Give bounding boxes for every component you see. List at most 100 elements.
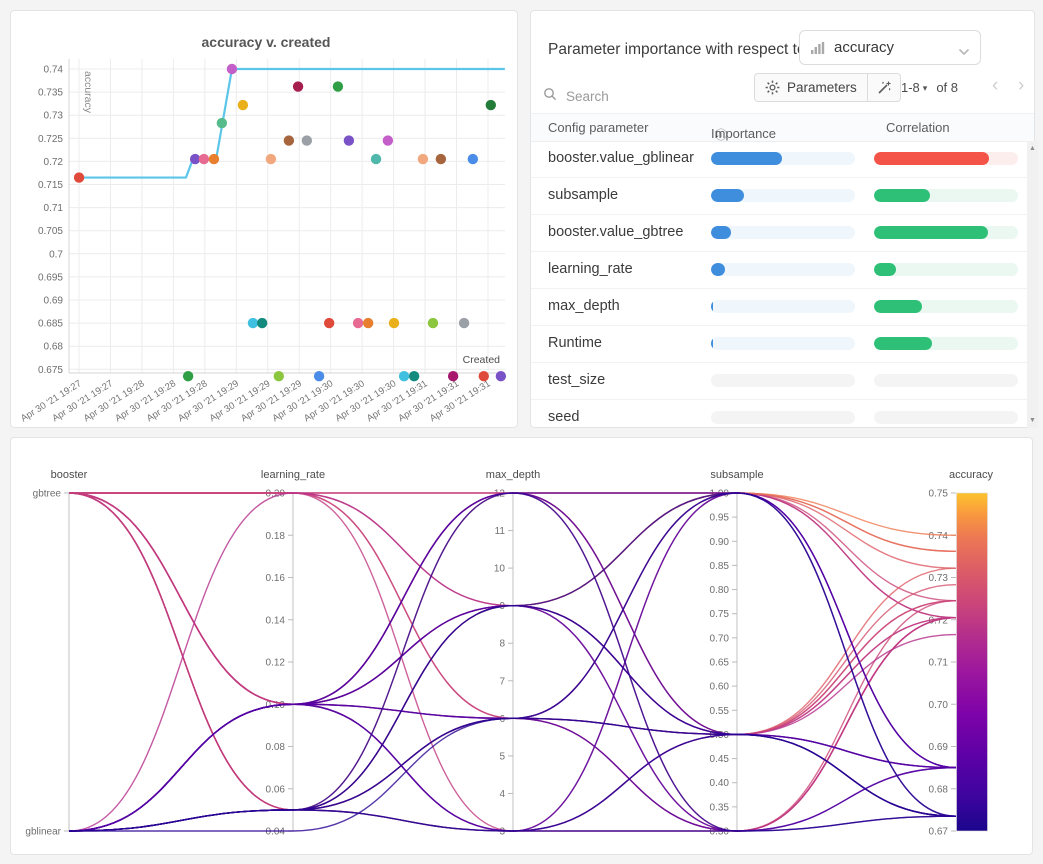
sort-descending-icon[interactable]: ↓	[714, 126, 720, 140]
bar-fill	[711, 263, 725, 276]
scatter-point[interactable]	[389, 318, 399, 328]
importance-bar[interactable]	[711, 374, 855, 387]
magic-wand-button[interactable]	[867, 74, 900, 101]
scatter-point[interactable]	[486, 100, 496, 110]
axis-tick-label: 0.85	[710, 561, 730, 572]
table-row: test_size	[531, 363, 1034, 400]
scatter-point[interactable]	[344, 135, 354, 145]
parameter-table-body: booster.value_gblinearsubsamplebooster.v…	[531, 141, 1034, 436]
scatter-point[interactable]	[428, 318, 438, 328]
scatter-point[interactable]	[266, 154, 276, 164]
axis-tick-label: 0.80	[710, 585, 730, 596]
parameters-button[interactable]: Parameters	[755, 74, 867, 101]
y-tick-label: 0.695	[38, 272, 63, 283]
scatter-point[interactable]	[293, 81, 303, 91]
next-page-button[interactable]: ›	[1018, 73, 1024, 99]
scatter-point[interactable]	[479, 371, 489, 381]
axis-title-accuracy: accuracy	[949, 469, 994, 481]
importance-bar[interactable]	[711, 337, 855, 350]
axis-tick-label: 0.12	[266, 658, 286, 669]
axis-tick-label: 0.73	[929, 573, 949, 584]
scatter-point[interactable]	[448, 371, 458, 381]
scatter-point[interactable]	[284, 135, 294, 145]
scatter-point[interactable]	[314, 371, 324, 381]
axis-tick-label: 0.18	[266, 531, 286, 542]
importance-bar[interactable]	[711, 189, 855, 202]
scatter-point[interactable]	[459, 318, 469, 328]
scatter-point[interactable]	[399, 371, 409, 381]
bar-fill	[874, 337, 932, 350]
scatter-point[interactable]	[353, 318, 363, 328]
table-row: Runtime	[531, 326, 1034, 363]
pagination-caret-icon[interactable]: ▾	[923, 83, 928, 94]
scatter-point[interactable]	[217, 118, 227, 128]
correlation-bar[interactable]	[874, 300, 1018, 313]
scatter-point[interactable]	[302, 135, 312, 145]
scatter-point[interactable]	[183, 371, 193, 381]
search-icon	[543, 87, 557, 106]
scatter-point[interactable]	[238, 100, 248, 110]
importance-bar[interactable]	[711, 152, 855, 165]
x-axis-title: Created	[463, 354, 501, 366]
bar-fill	[711, 337, 713, 350]
scatter-point[interactable]	[227, 64, 237, 74]
scatter-point[interactable]	[371, 154, 381, 164]
parameter-name: seed	[548, 409, 579, 425]
search-input[interactable]	[564, 88, 718, 105]
correlation-bar[interactable]	[874, 374, 1018, 387]
scatter-point[interactable]	[409, 371, 419, 381]
bar-fill	[874, 189, 930, 202]
scatter-point[interactable]	[333, 81, 343, 91]
axis-tick-label: 0.75	[710, 609, 730, 620]
scatter-point[interactable]	[257, 318, 267, 328]
scroll-down-icon[interactable]: ▼	[1027, 417, 1038, 424]
search-box[interactable]	[543, 87, 733, 106]
bar-fill	[874, 152, 989, 165]
importance-bar[interactable]	[711, 300, 855, 313]
parameter-name: Runtime	[548, 335, 602, 351]
axis-tick-label: 0.71	[929, 658, 949, 669]
scatter-point[interactable]	[248, 318, 258, 328]
correlation-bar[interactable]	[874, 337, 1018, 350]
scatter-point[interactable]	[496, 371, 506, 381]
importance-bar[interactable]	[711, 263, 855, 276]
y-tick-label: 0.7	[49, 249, 63, 260]
scatter-point[interactable]	[468, 154, 478, 164]
axis-tick-label: 4	[499, 789, 505, 800]
correlation-bar[interactable]	[874, 411, 1018, 424]
chevron-down-icon	[958, 43, 970, 61]
table-row: learning_rate	[531, 252, 1034, 289]
axis-tick-label: 0.70	[929, 700, 949, 711]
previous-page-button[interactable]: ‹	[992, 73, 998, 99]
accuracy-colorbar	[957, 493, 988, 831]
scatter-point[interactable]	[274, 371, 284, 381]
correlation-bar[interactable]	[874, 152, 1018, 165]
table-scrollbar[interactable]: ▲ ▼	[1027, 141, 1038, 428]
axis-tick-label: 0.04	[266, 827, 286, 838]
scatter-point[interactable]	[324, 318, 334, 328]
scatter-point[interactable]	[209, 154, 219, 164]
y-tick-label: 0.675	[38, 365, 63, 376]
correlation-bar[interactable]	[874, 189, 1018, 202]
scatter-point[interactable]	[74, 172, 84, 182]
scroll-up-icon[interactable]: ▲	[1027, 145, 1038, 152]
correlation-bar[interactable]	[874, 263, 1018, 276]
correlation-bar[interactable]	[874, 226, 1018, 239]
importance-bar[interactable]	[711, 226, 855, 239]
pagination-range: 1-8	[901, 80, 920, 95]
scatter-point[interactable]	[383, 135, 393, 145]
axis-tick-label: 0.67	[929, 827, 949, 838]
scatter-point[interactable]	[436, 154, 446, 164]
scatter-point[interactable]	[418, 154, 428, 164]
y-tick-label: 0.72	[44, 157, 64, 168]
y-axis-title: accuracy	[82, 71, 94, 114]
metric-select[interactable]: accuracy	[799, 30, 981, 65]
scatter-point[interactable]	[199, 154, 209, 164]
importance-bar[interactable]	[711, 411, 855, 424]
y-tick-label: 0.715	[38, 180, 63, 191]
table-row: seed	[531, 400, 1034, 436]
bar-fill	[874, 263, 896, 276]
dashboard: { "icons": { "info": "ⓘ", "sort_desc": "…	[0, 0, 1043, 864]
table-row: subsample	[531, 178, 1034, 215]
scatter-point[interactable]	[363, 318, 373, 328]
